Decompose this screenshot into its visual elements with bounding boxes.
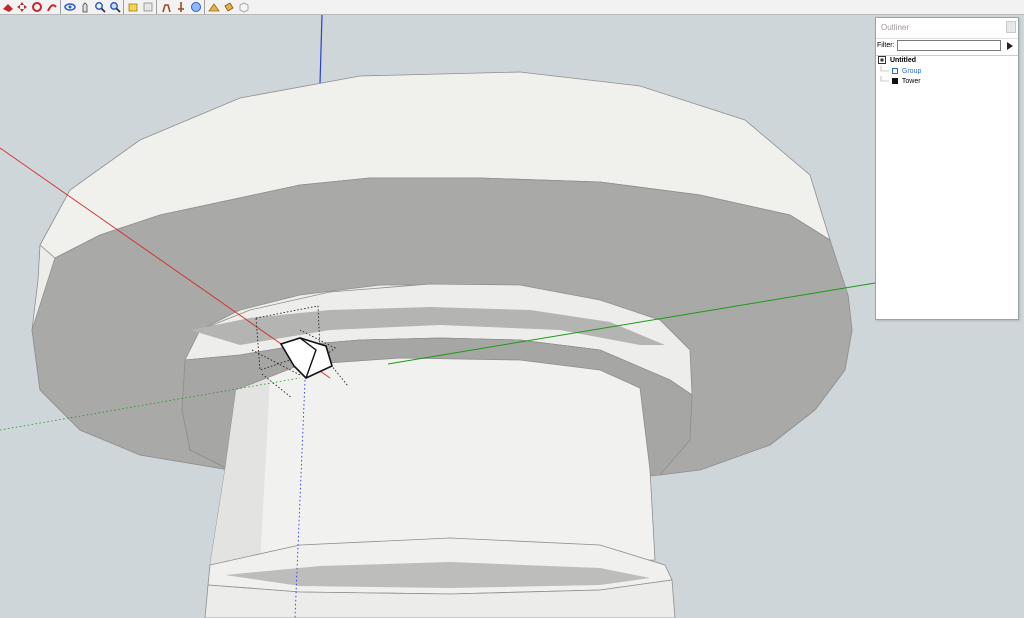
toolbar-separator — [123, 0, 124, 14]
zoom-window-tool-button[interactable] — [107, 0, 122, 14]
outliner-filter-row: Filter: — [876, 38, 1018, 56]
follow-me-icon — [46, 4, 57, 12]
group-icon — [891, 68, 898, 74]
paint-bucket-tool-button[interactable] — [221, 0, 236, 14]
dimension-icon — [143, 2, 152, 12]
eraser-tool-button[interactable] — [0, 0, 15, 14]
section-plane-icon — [128, 3, 137, 12]
zoom-icon — [94, 2, 106, 13]
follow-me-tool-button[interactable] — [44, 0, 59, 14]
dimension-tool-button[interactable] — [140, 0, 155, 14]
sandbox-icon — [207, 3, 220, 12]
tower-shaft — [209, 357, 656, 566]
tree-connector — [880, 76, 889, 82]
pan-icon — [82, 2, 87, 13]
component-icon — [891, 78, 898, 84]
outliner-title: Outliner — [881, 23, 910, 32]
orbit-tool-button[interactable] — [62, 0, 77, 14]
walk-icon — [161, 4, 171, 13]
orbit-icon — [63, 3, 76, 11]
components-icon — [239, 2, 248, 13]
tree-item-group[interactable]: Group — [880, 66, 921, 76]
zoom-window-icon — [109, 2, 121, 13]
rotate-icon — [31, 2, 42, 12]
toolbar-separator — [156, 0, 157, 14]
filter-input[interactable] — [897, 40, 1001, 51]
position-camera-icon — [177, 2, 184, 12]
move-tool-button[interactable] — [14, 0, 29, 14]
sandbox-tool-button[interactable] — [206, 0, 221, 14]
model-icon — [878, 56, 886, 65]
outliner-details-arrow-icon[interactable] — [1005, 40, 1015, 52]
toolbar-separator — [60, 0, 61, 14]
pan-tool-button[interactable] — [77, 0, 92, 14]
look-around-tool-button[interactable] — [188, 0, 203, 14]
toolbar — [0, 0, 1024, 15]
tree-item-label: Tower — [901, 77, 921, 85]
toolbar-separator — [204, 0, 205, 14]
outliner-close-button[interactable] — [1006, 21, 1016, 33]
walk-tool-button[interactable] — [158, 0, 173, 14]
section-plane-tool-button[interactable] — [125, 0, 140, 14]
outliner-panel: Outliner Filter: Untitled Group Tower — [875, 17, 1019, 320]
outliner-titlebar[interactable]: Outliner — [876, 18, 1018, 39]
filter-label: Filter: — [877, 42, 895, 49]
zoom-tool-button[interactable] — [92, 0, 107, 14]
position-camera-tool-button[interactable] — [173, 0, 188, 14]
eraser-icon — [2, 4, 13, 12]
move-icon — [16, 2, 27, 12]
tree-item-label: Group — [901, 67, 922, 75]
rotate-tool-button[interactable] — [29, 0, 44, 14]
tree-connector — [880, 66, 889, 72]
tree-item-tower[interactable]: Tower — [880, 76, 921, 86]
look-around-icon — [190, 2, 201, 12]
tree-item-label: Untitled — [889, 57, 917, 64]
paint-bucket-icon — [223, 2, 234, 12]
tree-item-untitled[interactable]: Untitled — [878, 56, 916, 66]
components-tool-button[interactable] — [236, 0, 251, 14]
3d-viewport[interactable] — [0, 15, 1024, 618]
